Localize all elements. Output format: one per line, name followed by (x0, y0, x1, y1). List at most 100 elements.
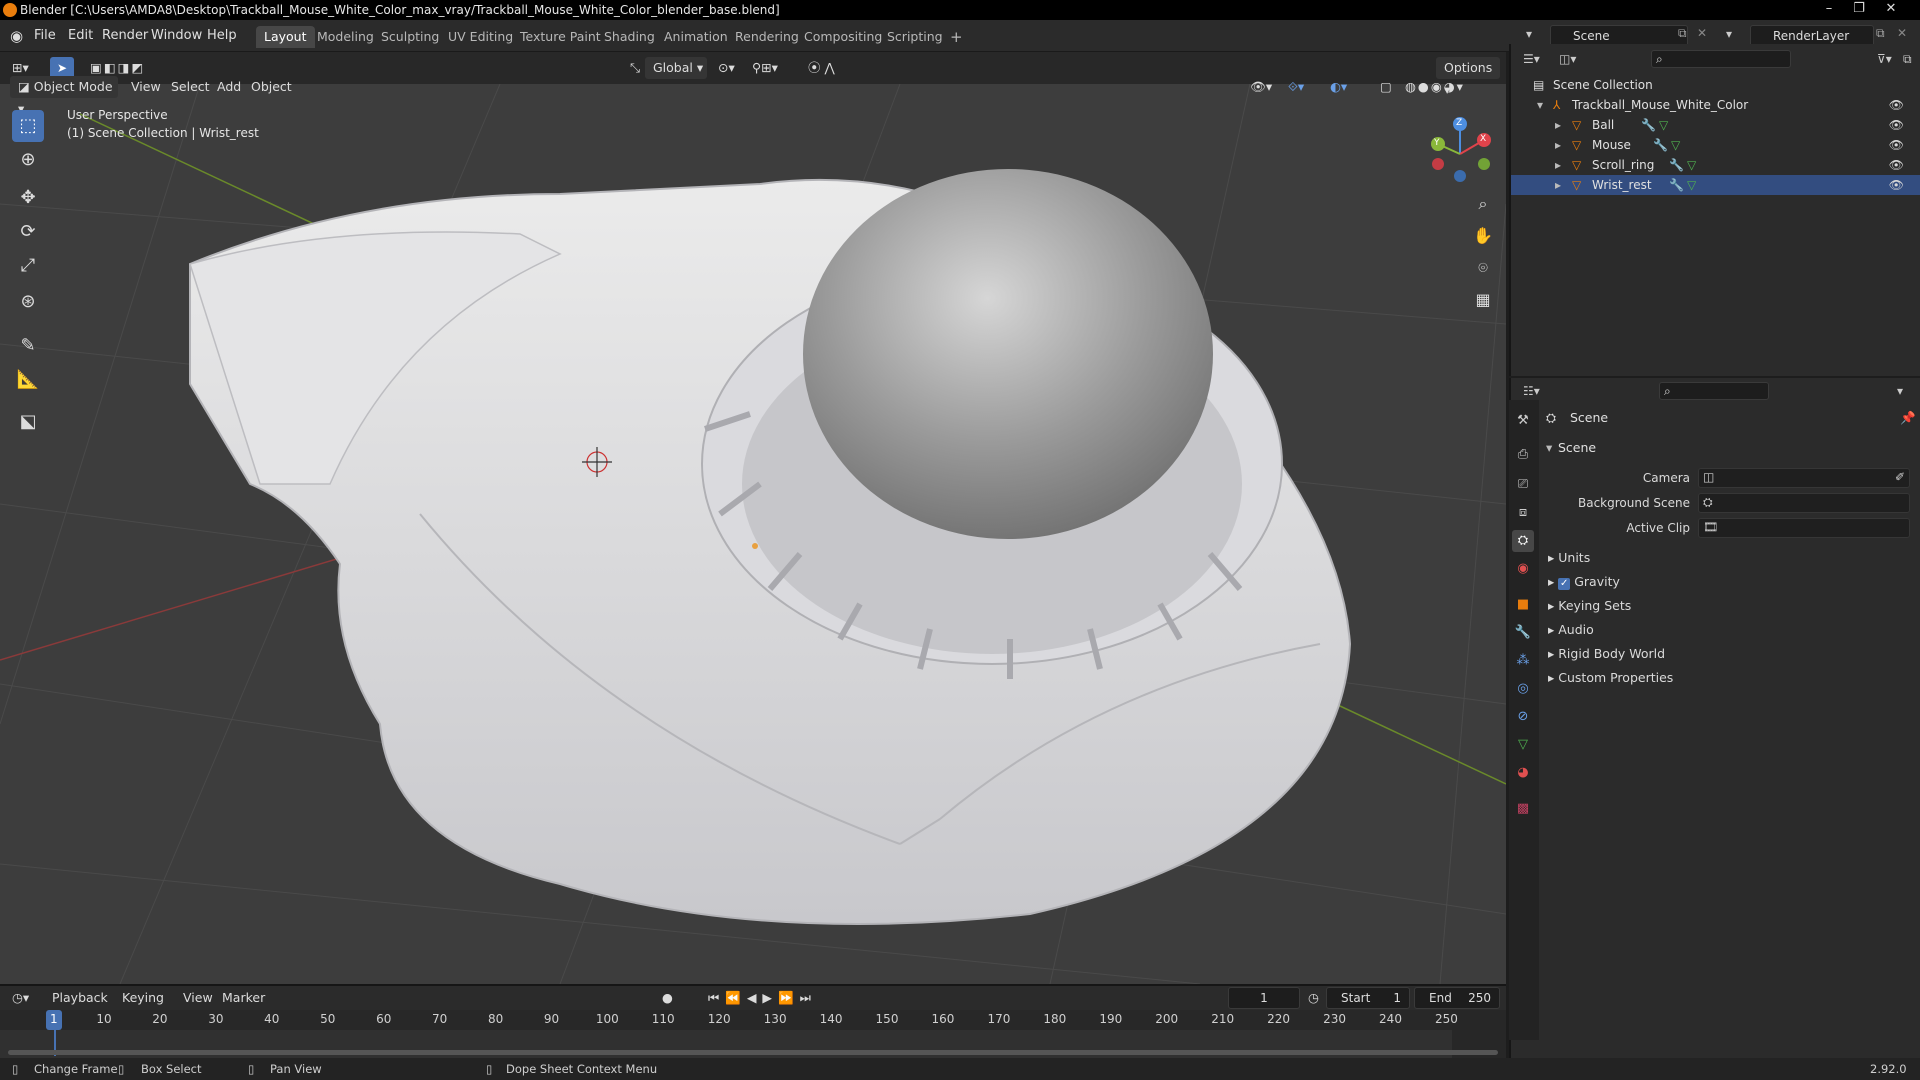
tab-render-icon[interactable]: ⎙ (1512, 444, 1534, 466)
menu-object[interactable]: Object (251, 76, 292, 98)
timeline-view-menu[interactable]: View (183, 987, 213, 1009)
tab-modeling[interactable]: Modeling (309, 26, 382, 48)
maximize-button[interactable]: ❐ (1846, 0, 1872, 18)
outliner-object-wrist-rest[interactable]: ▸ ▽ Wrist_rest 🔧 ▽ 👁 (1511, 175, 1920, 195)
menu-view[interactable]: View (131, 76, 161, 98)
tab-layout[interactable]: Layout (256, 26, 315, 48)
select-box-tool-icon[interactable]: ⬚ (12, 110, 44, 142)
gizmo-toggle-icon[interactable]: ⟐▾ (1288, 76, 1304, 98)
chevron-right-icon[interactable]: ▸ (1555, 155, 1561, 175)
navigation-gizmo[interactable]: Z X Y (1420, 114, 1500, 194)
section-keying-sets[interactable]: ▸ Keying Sets (1548, 598, 1631, 613)
eye-icon[interactable]: 👁 (1889, 115, 1904, 135)
tab-data-icon[interactable]: ▽ (1512, 734, 1534, 756)
tab-object-icon[interactable]: ■ (1512, 594, 1534, 616)
camera-view-icon[interactable]: ⌾ (1469, 254, 1497, 282)
chevron-down-icon[interactable]: ▾ (1897, 384, 1903, 398)
tab-world-icon[interactable]: ◉ (1512, 558, 1534, 580)
tab-texture-paint[interactable]: Texture Paint (512, 26, 609, 48)
measure-tool-icon[interactable]: 📐 (12, 364, 44, 396)
section-custom-properties[interactable]: ▸ Custom Properties (1548, 670, 1673, 685)
xray-icon[interactable]: ▢ (1380, 76, 1392, 98)
object-mode-dropdown[interactable]: ◪ Object Mode ▾ (10, 76, 118, 116)
zoom-icon[interactable]: ⌕ (1469, 190, 1497, 218)
close-window-button[interactable]: ✕ (1878, 0, 1904, 18)
tab-view-layer-icon[interactable]: ⧈ (1512, 502, 1534, 524)
section-gravity[interactable]: ▸ ✓ Gravity (1548, 574, 1620, 590)
timeline-editor-icon[interactable]: ◷▾ (12, 987, 29, 1009)
tab-material-icon[interactable]: ◕ (1512, 762, 1534, 784)
ortho-grid-icon[interactable]: ▦ (1469, 286, 1497, 314)
chevron-right-icon[interactable]: ▸ (1555, 175, 1561, 195)
gravity-checkbox[interactable]: ✓ (1558, 578, 1571, 590)
properties-search-input[interactable]: ⌕ (1659, 382, 1769, 400)
outliner-object-ball[interactable]: ▸ ▽ Ball 🔧 ▽ 👁 (1511, 115, 1920, 135)
end-frame-field[interactable]: End 250 (1414, 987, 1500, 1009)
start-frame-field[interactable]: Start 1 (1326, 987, 1410, 1009)
shading-mode-icons[interactable]: ◍●◉◑▾ (1405, 76, 1465, 98)
3d-viewport[interactable]: Z X Y ⌕ ✋ ⌾ ▦ (0, 84, 1506, 984)
tab-compositing[interactable]: Compositing (796, 26, 890, 48)
tab-rendering[interactable]: Rendering (727, 26, 807, 48)
scene-close-icon[interactable]: ✕ (1697, 26, 1707, 40)
eye-icon[interactable]: 👁 (1889, 135, 1904, 155)
pan-hand-icon[interactable]: ✋ (1469, 222, 1497, 250)
move-tool-icon[interactable]: ✥ (12, 182, 44, 214)
rotate-tool-icon[interactable]: ⟳ (12, 216, 44, 248)
annotate-tool-icon[interactable]: ✎ (12, 330, 44, 362)
eyedropper-icon[interactable]: ✐ (1895, 470, 1905, 484)
menu-render[interactable]: Render (102, 26, 148, 46)
outliner-scene-collection[interactable]: ▤ Scene Collection (1511, 75, 1920, 95)
eye-icon[interactable]: 👁 (1889, 95, 1904, 115)
section-units[interactable]: ▸ Units (1548, 550, 1590, 565)
playback-menu[interactable]: Playback ▾ (44, 987, 114, 1027)
tab-modifier-icon[interactable]: 🔧 (1512, 622, 1534, 644)
playback-controls-icon[interactable]: ⏮⏪◀▶⏩⏭ (708, 987, 817, 1009)
current-frame-field[interactable]: 1 (1228, 987, 1300, 1009)
pin-icon[interactable]: 📌 (1900, 410, 1916, 426)
minimize-button[interactable]: – (1816, 0, 1842, 18)
tab-physics-icon[interactable]: ◎ (1512, 678, 1534, 700)
outliner-object-mouse[interactable]: ▸ ▽ Mouse 🔧 ▽ 👁 (1511, 135, 1920, 155)
scene-new-icon[interactable]: ⧉ (1678, 26, 1687, 41)
visibility-icon[interactable]: 👁▾ (1250, 76, 1272, 98)
filter-icon[interactable]: ⊽▾ (1877, 52, 1892, 66)
outliner-collection-row[interactable]: ▾ ⅄ Trackball_Mouse_White_Color 👁 (1511, 95, 1920, 115)
tab-scene-icon[interactable]: ⛭ (1512, 530, 1534, 552)
chevron-down-icon[interactable]: ▾ (1546, 440, 1552, 455)
tab-output-icon[interactable]: ⎚ (1512, 474, 1534, 496)
record-icon[interactable]: ● (662, 987, 673, 1009)
new-collection-icon[interactable]: ⧉ (1903, 52, 1912, 67)
outliner-object-scroll-ring[interactable]: ▸ ▽ Scroll_ring 🔧 ▽ 👁 (1511, 155, 1920, 175)
tab-sculpting[interactable]: Sculpting (373, 26, 447, 48)
cursor-tool-icon[interactable]: ⊕ (12, 144, 44, 176)
section-rigid-body-world[interactable]: ▸ Rigid Body World (1548, 646, 1665, 661)
scale-tool-icon[interactable]: ⤢ (12, 250, 44, 282)
active-clip-field[interactable]: 🎞 (1698, 518, 1910, 538)
timeline-scrollbar[interactable] (8, 1050, 1498, 1055)
section-audio[interactable]: ▸ Audio (1548, 622, 1594, 637)
tab-particles-icon[interactable]: ⁂ (1512, 650, 1534, 672)
overlay-toggle-icon[interactable]: ◐▾ (1330, 76, 1347, 98)
background-scene-field[interactable]: ⛭ (1698, 493, 1910, 513)
chevron-down-icon[interactable]: ▾ (1537, 95, 1543, 115)
timeline-marker-menu[interactable]: Marker (222, 987, 265, 1009)
render-layer-close-icon[interactable]: ✕ (1897, 26, 1907, 40)
menu-help[interactable]: Help (207, 26, 237, 46)
outliner-editor-icon[interactable]: ☰▾ (1523, 52, 1540, 66)
add-cube-tool-icon[interactable]: ⬕ (12, 406, 44, 438)
tab-texture-icon[interactable]: ▩ (1512, 798, 1534, 820)
eye-icon[interactable]: 👁 (1889, 175, 1904, 195)
properties-editor-icon[interactable]: ☷▾ (1523, 384, 1540, 398)
tab-tool-icon[interactable]: ⚒ (1512, 410, 1534, 432)
tab-animation[interactable]: Animation (656, 26, 736, 48)
eye-icon[interactable]: 👁 (1889, 155, 1904, 175)
outliner-search-input[interactable]: ⌕ (1651, 50, 1791, 68)
menu-edit[interactable]: Edit (68, 26, 93, 46)
camera-field[interactable]: ◫ ✐ (1698, 468, 1910, 488)
menu-add[interactable]: Add (217, 76, 241, 98)
menu-file[interactable]: File (34, 26, 56, 46)
display-mode-icon[interactable]: ◫▾ (1559, 52, 1576, 66)
transform-tool-icon[interactable]: ⊛ (12, 286, 44, 318)
render-layer-new-icon[interactable]: ⧉ (1876, 26, 1885, 41)
